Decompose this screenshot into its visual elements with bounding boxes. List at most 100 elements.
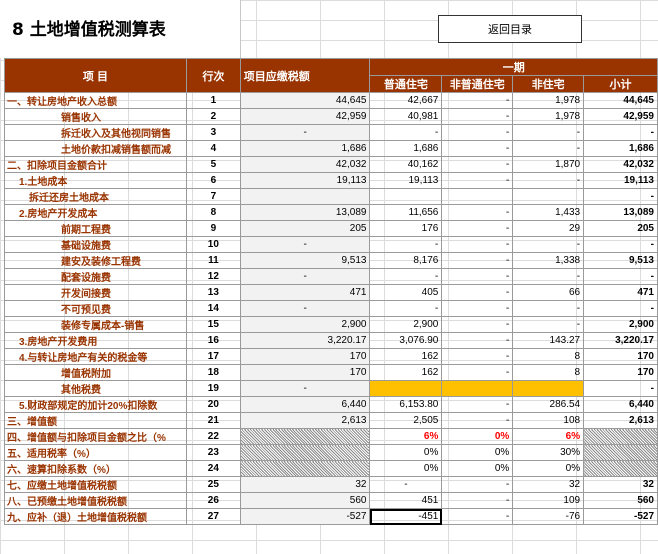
row-number[interactable]: 9 — [185, 220, 241, 237]
non-residence-cell[interactable]: 143.27 — [512, 332, 585, 349]
subtotal-cell[interactable]: 205 — [583, 220, 658, 237]
non-ordinary-cell[interactable]: - — [441, 284, 514, 301]
project-tax-cell[interactable]: 170 — [239, 348, 371, 365]
subtotal-cell[interactable]: - — [583, 380, 658, 397]
row-number[interactable]: 8 — [185, 204, 241, 221]
project-tax-cell[interactable]: - — [239, 300, 371, 317]
row-label[interactable]: 土地价款扣减销售额而减 — [4, 140, 187, 157]
row-label[interactable]: 2.房地产开发成本 — [4, 204, 187, 221]
ordinary-cell[interactable]: 176 — [369, 220, 443, 237]
ordinary-cell[interactable]: 42,667 — [369, 92, 443, 109]
subtotal-cell[interactable]: - — [583, 300, 658, 317]
row-label[interactable]: 增值税附加 — [4, 364, 187, 381]
non-residence-cell[interactable]: - — [512, 124, 585, 141]
row-label[interactable]: 四、增值额与扣除项目金额之比（% — [4, 428, 187, 445]
non-residence-cell[interactable] — [512, 188, 585, 205]
row-number[interactable]: 20 — [185, 396, 241, 413]
non-residence-cell[interactable]: -76 — [512, 508, 585, 525]
non-ordinary-cell[interactable] — [441, 188, 514, 205]
project-tax-cell[interactable]: 44,645 — [239, 92, 371, 109]
non-ordinary-cell[interactable]: - — [441, 492, 514, 509]
ordinary-cell[interactable]: 6,153.80 — [369, 396, 443, 413]
row-number[interactable]: 16 — [185, 332, 241, 349]
row-number[interactable]: 17 — [185, 348, 241, 365]
non-ordinary-cell[interactable]: - — [441, 140, 514, 157]
row-label[interactable]: 不可预见费 — [4, 300, 187, 317]
subtotal-cell[interactable]: 2,900 — [583, 316, 658, 333]
row-label[interactable]: 建安及装修工程费 — [4, 252, 187, 269]
ordinary-cell[interactable]: - — [369, 124, 443, 141]
project-tax-cell[interactable]: 19,113 — [239, 172, 371, 189]
subtotal-cell[interactable]: 42,959 — [583, 108, 658, 125]
project-tax-cell[interactable] — [239, 428, 371, 445]
non-ordinary-cell[interactable]: - — [441, 236, 514, 253]
project-tax-cell[interactable]: 6,440 — [239, 396, 371, 413]
ordinary-cell[interactable]: -451 — [369, 508, 443, 525]
non-residence-cell[interactable]: 1,870 — [512, 156, 585, 173]
non-ordinary-cell[interactable]: - — [441, 252, 514, 269]
row-label[interactable]: 3.房地产开发费用 — [4, 332, 187, 349]
subtotal-cell[interactable]: 6,440 — [583, 396, 658, 413]
row-number[interactable]: 14 — [185, 300, 241, 317]
project-tax-cell[interactable]: 42,032 — [239, 156, 371, 173]
non-residence-cell[interactable]: 8 — [512, 348, 585, 365]
non-ordinary-cell[interactable]: - — [441, 476, 514, 493]
row-number[interactable]: 1 — [185, 92, 241, 109]
non-ordinary-cell[interactable]: 0% — [441, 428, 514, 445]
ordinary-cell[interactable]: 6% — [369, 428, 443, 445]
ordinary-cell[interactable]: 40,981 — [369, 108, 443, 125]
project-tax-cell[interactable] — [239, 460, 371, 477]
non-ordinary-cell[interactable]: - — [441, 156, 514, 173]
row-number[interactable]: 27 — [185, 508, 241, 525]
subtotal-cell[interactable]: - — [583, 236, 658, 253]
subtotal-cell[interactable]: 170 — [583, 364, 658, 381]
project-tax-cell[interactable]: 42,959 — [239, 108, 371, 125]
project-tax-cell[interactable]: 560 — [239, 492, 371, 509]
non-residence-cell[interactable]: - — [512, 236, 585, 253]
row-label[interactable]: 八、已预缴土地增值税税额 — [4, 492, 187, 509]
ordinary-cell[interactable]: 11,656 — [369, 204, 443, 221]
subtotal-cell[interactable] — [583, 428, 658, 445]
non-ordinary-cell[interactable]: 0% — [441, 444, 514, 461]
ordinary-cell[interactable]: 0% — [369, 460, 443, 477]
non-ordinary-cell[interactable]: - — [441, 332, 514, 349]
row-number[interactable]: 15 — [185, 316, 241, 333]
project-tax-cell[interactable]: 13,089 — [239, 204, 371, 221]
row-number[interactable]: 23 — [185, 444, 241, 461]
subtotal-cell[interactable]: 44,645 — [583, 92, 658, 109]
non-residence-cell[interactable]: 109 — [512, 492, 585, 509]
row-number[interactable]: 24 — [185, 460, 241, 477]
row-label[interactable]: 4.与转让房地产有关的税金等 — [4, 348, 187, 365]
non-ordinary-cell[interactable]: - — [441, 124, 514, 141]
project-tax-cell[interactable]: 1,686 — [239, 140, 371, 157]
non-residence-cell[interactable]: 1,433 — [512, 204, 585, 221]
row-number[interactable]: 3 — [185, 124, 241, 141]
row-number[interactable]: 10 — [185, 236, 241, 253]
non-ordinary-cell[interactable]: - — [441, 508, 514, 525]
row-label[interactable]: 拆迁还房土地成本 — [4, 188, 187, 205]
non-residence-cell[interactable]: 66 — [512, 284, 585, 301]
row-number[interactable]: 11 — [185, 252, 241, 269]
ordinary-cell[interactable]: 40,162 — [369, 156, 443, 173]
subtotal-cell[interactable]: - — [583, 124, 658, 141]
row-number[interactable]: 4 — [185, 140, 241, 157]
row-label[interactable]: 1.土地成本 — [4, 172, 187, 189]
ordinary-cell[interactable]: 162 — [369, 348, 443, 365]
ordinary-cell[interactable] — [369, 380, 443, 397]
project-tax-cell[interactable]: 205 — [239, 220, 371, 237]
ordinary-cell[interactable]: 19,113 — [369, 172, 443, 189]
row-label[interactable]: 销售收入 — [4, 108, 187, 125]
non-ordinary-cell[interactable]: - — [441, 92, 514, 109]
subtotal-cell[interactable]: 3,220.17 — [583, 332, 658, 349]
row-label[interactable]: 三、增值额 — [4, 412, 187, 429]
row-number[interactable]: 25 — [185, 476, 241, 493]
subtotal-cell[interactable] — [583, 460, 658, 477]
project-tax-cell[interactable]: 2,900 — [239, 316, 371, 333]
row-label[interactable]: 五、适用税率（%） — [4, 444, 187, 461]
ordinary-cell[interactable]: - — [369, 300, 443, 317]
row-label[interactable]: 拆迁收入及其他视同销售 — [4, 124, 187, 141]
non-ordinary-cell[interactable]: - — [441, 300, 514, 317]
non-residence-cell[interactable]: - — [512, 140, 585, 157]
ordinary-cell[interactable]: 8,176 — [369, 252, 443, 269]
row-label[interactable]: 前期工程费 — [4, 220, 187, 237]
